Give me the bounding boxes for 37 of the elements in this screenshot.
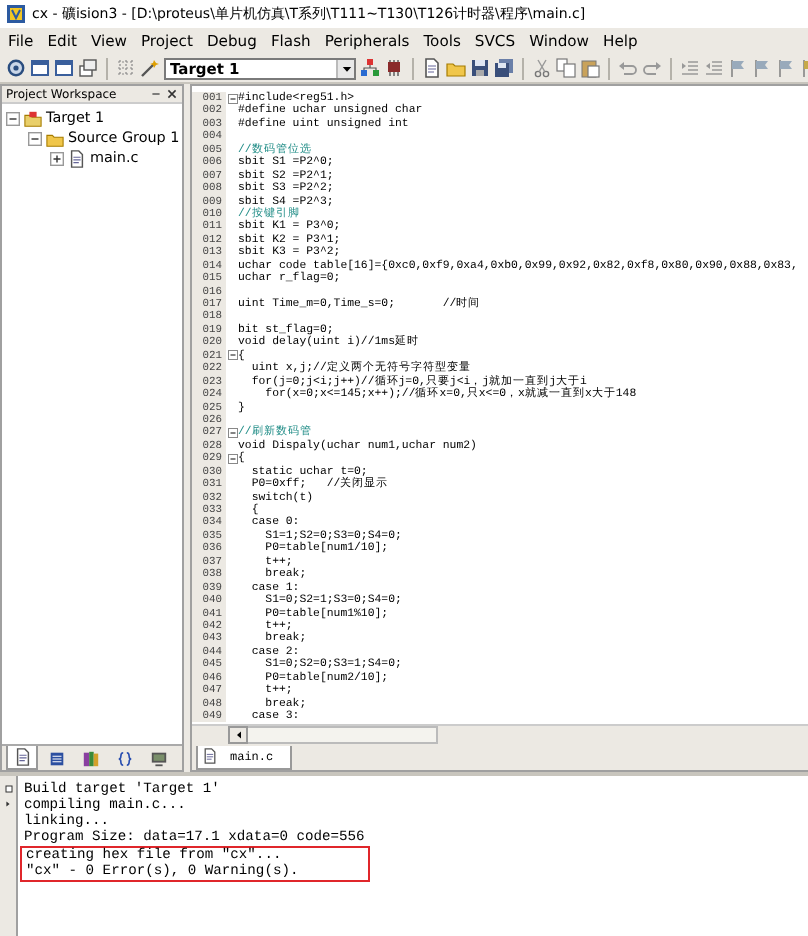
scroll-left-button[interactable] xyxy=(228,726,248,744)
window-icon[interactable] xyxy=(54,58,74,78)
copy-icon[interactable] xyxy=(556,58,576,78)
collapse-icon[interactable] xyxy=(28,131,42,145)
disks-icon[interactable] xyxy=(494,58,514,78)
pin-icon[interactable] xyxy=(150,88,162,100)
app-icon xyxy=(6,4,26,24)
monitor-icon xyxy=(149,749,167,767)
collapse-icon[interactable] xyxy=(227,453,237,464)
paste-icon[interactable] xyxy=(580,58,600,78)
panel-tab[interactable] xyxy=(6,746,38,770)
dotted-grid-icon[interactable] xyxy=(116,58,136,78)
list-icon xyxy=(47,749,65,767)
gear-icon[interactable] xyxy=(6,58,26,78)
target-folder-icon xyxy=(24,109,42,127)
pin-icon[interactable] xyxy=(3,784,13,794)
collapse-icon[interactable] xyxy=(227,350,237,361)
stack-icon[interactable] xyxy=(78,58,98,78)
document-icon xyxy=(68,149,86,167)
collapse-icon[interactable] xyxy=(6,111,20,125)
collapse-icon[interactable] xyxy=(227,428,237,439)
document-icon xyxy=(13,748,31,766)
left-arrow-icon xyxy=(233,730,243,740)
wand-icon[interactable] xyxy=(140,58,160,78)
scissors-icon[interactable] xyxy=(532,58,552,78)
blocks-icon[interactable] xyxy=(360,58,380,78)
books-icon xyxy=(81,749,99,767)
caret-icon xyxy=(339,61,353,75)
collapse-icon[interactable] xyxy=(227,93,237,104)
expand-icon[interactable] xyxy=(50,151,64,165)
chip-icon[interactable] xyxy=(384,58,404,78)
folder-icon xyxy=(46,129,64,147)
braces-icon xyxy=(115,749,133,767)
document-icon xyxy=(202,748,218,764)
close-icon[interactable] xyxy=(166,88,178,100)
document-icon[interactable] xyxy=(422,58,442,78)
window-icon[interactable] xyxy=(30,58,50,78)
